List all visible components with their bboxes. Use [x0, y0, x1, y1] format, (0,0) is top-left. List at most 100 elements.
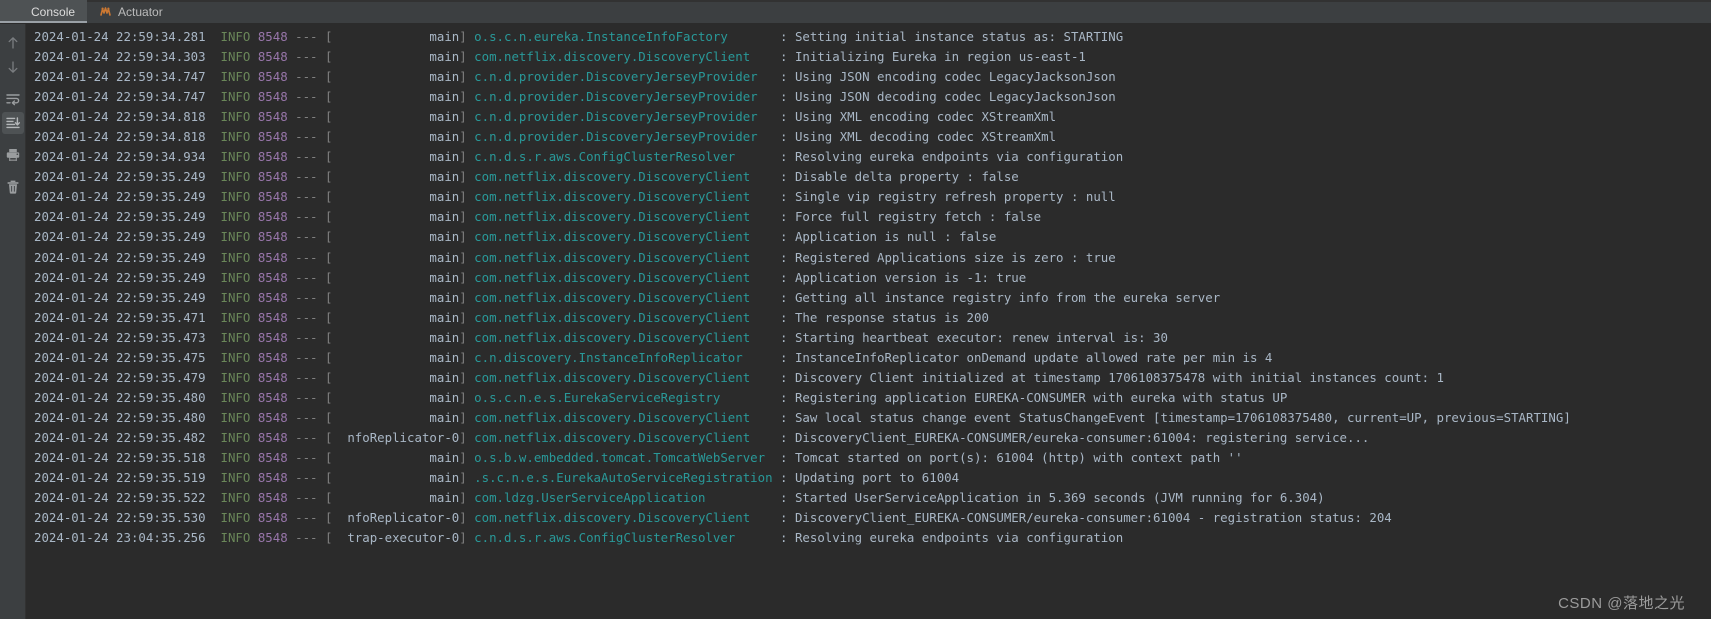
log-pid: 8548: [257, 309, 288, 325]
log-level: INFO: [220, 530, 251, 546]
log-message: : Single vip registry refresh property :…: [772, 189, 1116, 205]
log-message: : Using JSON decoding codec LegacyJackso…: [772, 89, 1116, 105]
log-thread: main: [332, 490, 460, 506]
log-logger: c.n.discovery.InstanceInfoReplicator: [474, 349, 773, 365]
log-logger: com.netflix.discovery.DiscoveryClient: [474, 169, 773, 185]
console-vertical-scrollbar[interactable]: [1699, 24, 1711, 619]
log-line[interactable]: 2024-01-24 22:59:34.747 INFO 8548 --- [ …: [34, 67, 1699, 87]
log-line[interactable]: 2024-01-24 22:59:35.530 INFO 8548 --- [ …: [34, 508, 1699, 528]
log-line[interactable]: 2024-01-24 22:59:35.522 INFO 8548 --- [ …: [34, 488, 1699, 508]
log-line[interactable]: 2024-01-24 22:59:35.518 INFO 8548 --- [ …: [34, 448, 1699, 468]
log-pid: 8548: [257, 510, 288, 526]
log-level: INFO: [220, 349, 251, 365]
log-level: INFO: [220, 309, 251, 325]
log-thread: main: [332, 129, 460, 145]
scroll-to-end-icon[interactable]: [1, 112, 24, 134]
log-level: INFO: [220, 29, 251, 44]
log-timestamp: 2024-01-24 22:59:35.480: [34, 389, 206, 405]
log-level: INFO: [220, 89, 251, 105]
log-message: : Disable delta property : false: [772, 169, 1019, 185]
log-logger: c.n.d.provider.DiscoveryJerseyProvider: [474, 129, 773, 145]
log-thread: main: [332, 309, 460, 325]
log-line[interactable]: 2024-01-24 22:59:35.249 INFO 8548 --- [ …: [34, 227, 1699, 247]
log-line[interactable]: 2024-01-24 22:59:35.473 INFO 8548 --- [ …: [34, 328, 1699, 348]
log-line[interactable]: 2024-01-24 22:59:34.747 INFO 8548 --- [ …: [34, 87, 1699, 107]
log-logger: com.netflix.discovery.DiscoveryClient: [474, 329, 773, 345]
log-line[interactable]: 2024-01-24 22:59:35.249 INFO 8548 --- [ …: [34, 167, 1699, 187]
log-logger: com.netflix.discovery.DiscoveryClient: [474, 309, 773, 325]
log-level: INFO: [220, 229, 251, 245]
log-message: : DiscoveryClient_EUREKA-CONSUMER/eureka…: [772, 510, 1392, 526]
console-output-area[interactable]: 2024-01-24 22:59:34.281 INFO 8548 --- [ …: [26, 24, 1699, 619]
log-level: INFO: [220, 369, 251, 385]
log-timestamp: 2024-01-24 22:59:35.475: [34, 349, 206, 365]
log-thread: main: [332, 349, 460, 365]
log-timestamp: 2024-01-24 22:59:35.249: [34, 289, 206, 305]
print-icon[interactable]: [2, 144, 24, 166]
log-message: : Using JSON encoding codec LegacyJackso…: [772, 69, 1116, 85]
log-message: : Application version is -1: true: [772, 269, 1027, 285]
log-level: INFO: [220, 449, 251, 465]
log-level: INFO: [220, 269, 251, 285]
log-logger: com.netflix.discovery.DiscoveryClient: [474, 209, 773, 225]
log-timestamp: 2024-01-24 22:59:34.281: [34, 29, 206, 44]
console-body: 2024-01-24 22:59:34.281 INFO 8548 --- [ …: [0, 24, 1711, 619]
window-top-strip: [0, 0, 1711, 2]
log-pid: 8548: [257, 169, 288, 185]
log-level: INFO: [220, 329, 251, 345]
log-level: INFO: [220, 510, 251, 526]
log-message: : Discovery Client initialized at timest…: [772, 369, 1444, 385]
log-line[interactable]: 2024-01-24 22:59:35.249 INFO 8548 --- [ …: [34, 248, 1699, 268]
log-line[interactable]: 2024-01-24 22:59:34.818 INFO 8548 --- [ …: [34, 127, 1699, 147]
log-line[interactable]: 2024-01-24 22:59:35.249 INFO 8548 --- [ …: [34, 268, 1699, 288]
log-line[interactable]: 2024-01-24 22:59:34.934 INFO 8548 --- [ …: [34, 147, 1699, 167]
log-thread: main: [332, 470, 460, 486]
log-line[interactable]: 2024-01-24 22:59:35.471 INFO 8548 --- [ …: [34, 308, 1699, 328]
log-pid: 8548: [257, 449, 288, 465]
arrow-down-icon[interactable]: [2, 56, 24, 78]
log-message: : Saw local status change event StatusCh…: [772, 409, 1571, 425]
log-pid: 8548: [257, 409, 288, 425]
log-thread: main: [332, 289, 460, 305]
tab-console[interactable]: Console: [0, 0, 88, 23]
log-level: INFO: [220, 189, 251, 205]
log-message: : Using XML decoding codec XStreamXml: [772, 129, 1057, 145]
log-line[interactable]: 2024-01-24 22:59:35.482 INFO 8548 --- [ …: [34, 428, 1699, 448]
log-timestamp: 2024-01-24 22:59:34.818: [34, 109, 206, 125]
log-thread: main: [332, 29, 460, 44]
log-message: : Application is null : false: [772, 229, 997, 245]
log-message: : Setting initial instance status as: ST…: [772, 29, 1124, 44]
log-timestamp: 2024-01-24 22:59:35.518: [34, 449, 206, 465]
log-logger: com.netflix.discovery.DiscoveryClient: [474, 269, 773, 285]
log-logger: com.netflix.discovery.DiscoveryClient: [474, 229, 773, 245]
log-line[interactable]: 2024-01-24 23:04:35.256 INFO 8548 --- [ …: [34, 528, 1699, 548]
arrow-up-icon[interactable]: [2, 32, 24, 54]
log-pid: 8548: [257, 389, 288, 405]
tab-actuator-label: Actuator: [118, 4, 163, 19]
log-line[interactable]: 2024-01-24 22:59:35.519 INFO 8548 --- [ …: [34, 468, 1699, 488]
log-level: INFO: [220, 109, 251, 125]
log-timestamp: 2024-01-24 22:59:35.480: [34, 409, 206, 425]
log-line[interactable]: 2024-01-24 22:59:35.480 INFO 8548 --- [ …: [34, 388, 1699, 408]
log-line[interactable]: 2024-01-24 22:59:35.475 INFO 8548 --- [ …: [34, 348, 1699, 368]
log-line[interactable]: 2024-01-24 22:59:34.818 INFO 8548 --- [ …: [34, 107, 1699, 127]
log-line[interactable]: 2024-01-24 22:59:34.281 INFO 8548 --- [ …: [34, 27, 1699, 47]
log-pid: 8548: [257, 229, 288, 245]
log-message: : Started UserServiceApplication in 5.36…: [772, 490, 1325, 506]
log-message: : Tomcat started on port(s): 61004 (http…: [772, 449, 1243, 465]
log-pid: 8548: [257, 349, 288, 365]
log-line[interactable]: 2024-01-24 22:59:35.249 INFO 8548 --- [ …: [34, 288, 1699, 308]
log-message: : The response status is 200: [772, 309, 989, 325]
log-thread: main: [332, 449, 460, 465]
log-line[interactable]: 2024-01-24 22:59:34.303 INFO 8548 --- [ …: [34, 47, 1699, 67]
log-logger: o.s.c.n.eureka.InstanceInfoFactory: [474, 29, 773, 44]
soft-wrap-icon[interactable]: [2, 88, 24, 110]
log-line[interactable]: 2024-01-24 22:59:35.249 INFO 8548 --- [ …: [34, 207, 1699, 227]
log-level: INFO: [220, 490, 251, 506]
tab-actuator[interactable]: Actuator: [87, 0, 175, 23]
trash-icon[interactable]: [2, 176, 24, 198]
log-line[interactable]: 2024-01-24 22:59:35.480 INFO 8548 --- [ …: [34, 408, 1699, 428]
log-line[interactable]: 2024-01-24 22:59:35.479 INFO 8548 --- [ …: [34, 368, 1699, 388]
log-line[interactable]: 2024-01-24 22:59:35.249 INFO 8548 --- [ …: [34, 187, 1699, 207]
log-message: : Registered Applications size is zero :…: [772, 249, 1116, 265]
